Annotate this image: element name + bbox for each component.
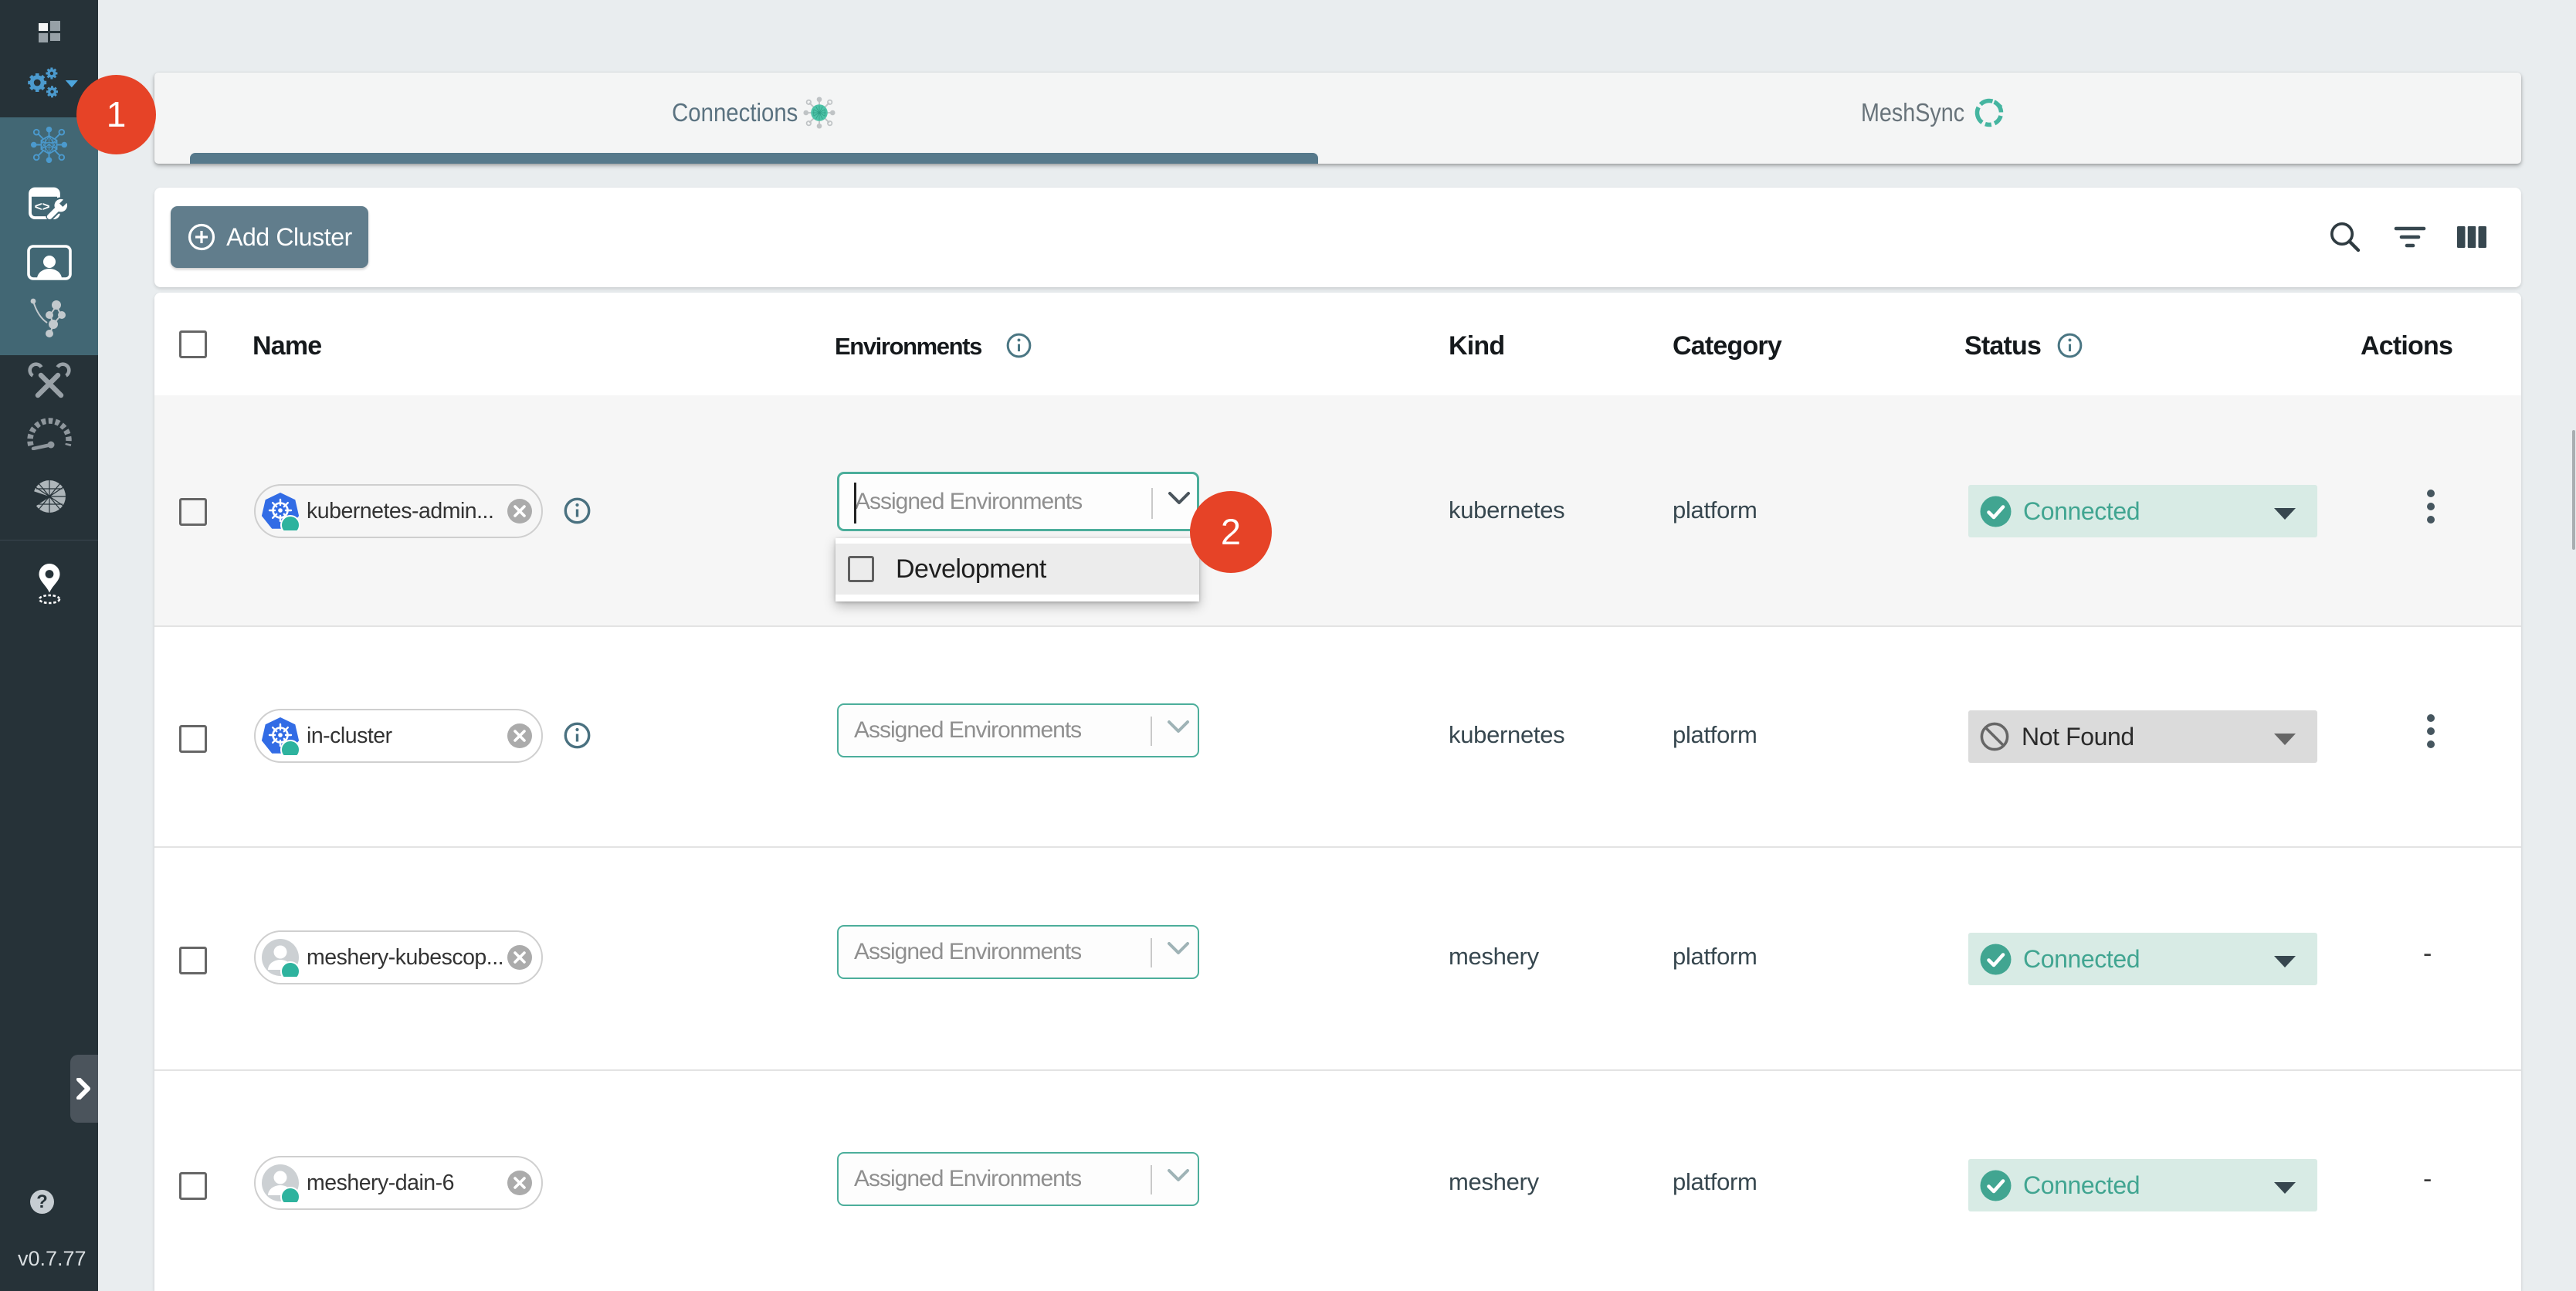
svg-text:<>: <> (34, 199, 49, 214)
